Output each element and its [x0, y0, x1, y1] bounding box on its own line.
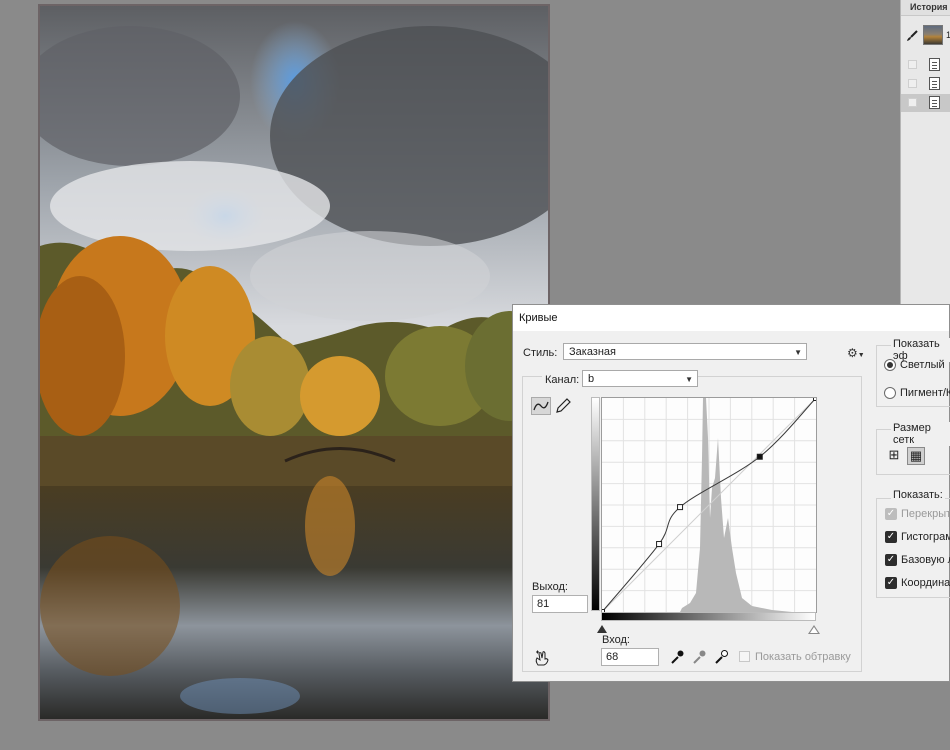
history-snapshot[interactable]: 1: [901, 18, 950, 54]
black-eyedropper-icon[interactable]: [669, 649, 685, 665]
history-step[interactable]: [901, 56, 950, 74]
snapshot-number: 1: [946, 30, 950, 40]
curve-control-point[interactable]: [677, 504, 684, 511]
show-clipping-label: Показать обтравку: [755, 651, 851, 663]
history-tab[interactable]: История: [901, 0, 950, 16]
document-icon: [929, 96, 940, 109]
chevron-down-icon: ▼: [794, 348, 802, 357]
curve-edit-tool[interactable]: [531, 397, 551, 415]
snapshot-thumbnail: [923, 25, 943, 45]
pigment-label: Пигмент/К: [900, 387, 950, 399]
detailed-grid-icon[interactable]: ▦: [907, 447, 925, 465]
chevron-down-icon: ▼: [685, 375, 693, 384]
history-step-checkbox[interactable]: [908, 60, 917, 69]
intersection-checkbox[interactable]: ✓: [885, 577, 897, 589]
pencil-icon[interactable]: [555, 397, 571, 415]
curve-tool-icon: [533, 401, 549, 411]
document-icon: [929, 77, 940, 90]
curve-control-point[interactable]: [656, 541, 663, 548]
target-adjust-hand-icon[interactable]: [533, 649, 551, 667]
white-eyedropper-icon[interactable]: [713, 649, 729, 665]
grid-size-title: Размер сетк: [891, 422, 950, 446]
black-point-slider[interactable]: [597, 625, 607, 633]
history-step-active[interactable]: [901, 94, 950, 112]
input-field[interactable]: 68: [601, 648, 659, 666]
curve-plot: [602, 398, 816, 612]
channel-select[interactable]: b ▼: [582, 370, 698, 387]
style-select[interactable]: Заказная ▼: [563, 343, 807, 360]
pigment-radio[interactable]: [884, 387, 896, 399]
curves-graph[interactable]: [601, 397, 817, 613]
input-gradient-bar: [601, 612, 816, 621]
output-gradient-bar: [591, 397, 600, 611]
document-icon: [929, 58, 940, 71]
histogram-label: Гистограмм: [901, 531, 950, 543]
baseline-label: Базовую л: [901, 554, 950, 566]
channel-label: Канал:: [542, 374, 583, 386]
curve-control-point[interactable]: [756, 453, 763, 460]
input-label: Вход:: [602, 634, 630, 646]
history-step-checkbox[interactable]: [908, 79, 917, 88]
overlay-label: Перекрыти: [901, 508, 950, 520]
intersection-label: Координат: [901, 577, 950, 589]
output-label: Выход:: [532, 581, 568, 593]
gray-eyedropper-icon[interactable]: [691, 649, 707, 665]
gear-icon[interactable]: ⚙▼: [847, 346, 865, 360]
style-label: Стиль:: [523, 347, 558, 359]
style-select-value: Заказная: [569, 346, 617, 358]
output-field[interactable]: 81: [532, 595, 588, 613]
landscape-photo: [40, 6, 548, 719]
show-title: Показать:: [891, 489, 945, 501]
history-step-checkbox[interactable]: [908, 98, 917, 107]
simple-grid-icon[interactable]: ⊞: [885, 447, 903, 465]
overlay-checkbox[interactable]: ✓: [885, 508, 897, 520]
channel-select-value: b: [588, 373, 595, 385]
history-brush-icon[interactable]: [906, 30, 918, 42]
light-radio[interactable]: [884, 359, 896, 371]
baseline-checkbox[interactable]: ✓: [885, 554, 897, 566]
display-options-column: Показать эф Светлый Пигмент/К Размер сет…: [875, 305, 950, 683]
light-label: Светлый: [900, 359, 945, 371]
histogram-checkbox[interactable]: ✓: [885, 531, 897, 543]
photo-canvas[interactable]: [38, 4, 550, 721]
history-panel: История 1: [900, 0, 950, 305]
input-value: 68: [606, 651, 619, 663]
curves-dialog: Кривые Стиль: Заказная ▼ ⚙▼ Канал: b ▼ В…: [512, 304, 950, 682]
history-step[interactable]: [901, 75, 950, 93]
show-clipping-checkbox[interactable]: [739, 651, 750, 662]
white-point-slider[interactable]: [808, 625, 820, 634]
output-value: 81: [537, 598, 550, 610]
curve-control-point[interactable]: [813, 398, 817, 401]
